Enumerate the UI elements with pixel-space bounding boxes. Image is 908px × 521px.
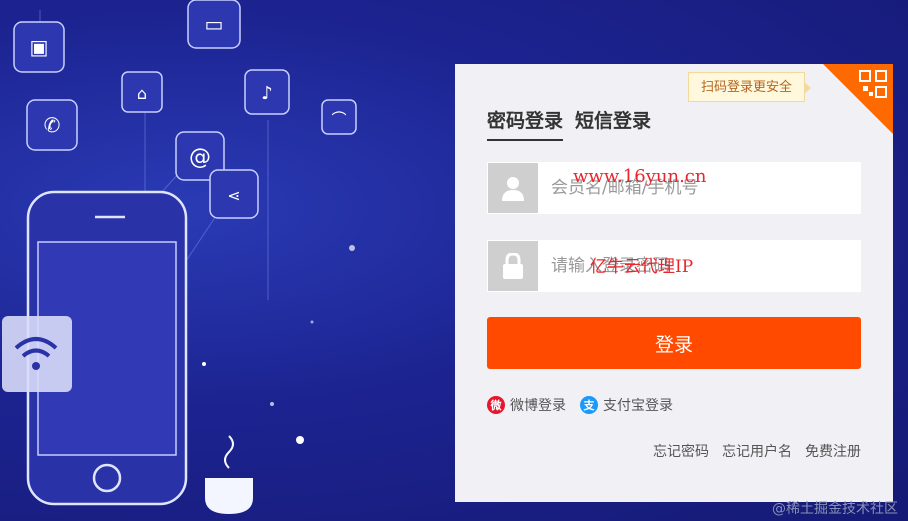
- forgot-password-link[interactable]: 忘记密码: [653, 441, 709, 461]
- weibo-login-link[interactable]: 微 微博登录: [487, 395, 566, 415]
- svg-text:▭: ▭: [205, 12, 224, 36]
- login-panel: 扫码登录更安全 密码登录 短信登录 www.16yun.cn 亿牛云代理IP 登…: [455, 64, 893, 502]
- svg-text:♪: ♪: [261, 83, 273, 104]
- password-input[interactable]: [538, 240, 861, 292]
- svg-text:⌂: ⌂: [137, 84, 147, 103]
- login-button[interactable]: 登录: [487, 317, 861, 369]
- svg-text:▣: ▣: [30, 35, 49, 59]
- wifi-icon: [2, 316, 72, 392]
- social-login: 微 微博登录 支 支付宝登录: [487, 395, 673, 415]
- username-field: [487, 162, 861, 214]
- background-illustration: ▣ ✆ ▭ ⌂ ♪ ⌒ @ ⋖: [2, 0, 357, 514]
- username-input[interactable]: [538, 162, 861, 214]
- qr-code-icon[interactable]: [823, 64, 893, 134]
- tab-password-login[interactable]: 密码登录: [487, 106, 564, 141]
- alipay-icon: 支: [580, 396, 598, 414]
- weibo-icon: 微: [487, 396, 505, 414]
- svg-text:⌒: ⌒: [331, 110, 346, 128]
- tab-sms-login[interactable]: 短信登录: [575, 106, 651, 141]
- weibo-login-label: 微博登录: [510, 398, 566, 414]
- svg-text:⋖: ⋖: [227, 186, 240, 205]
- source-credit: @稀土掘金技术社区: [772, 501, 898, 517]
- password-field: [487, 240, 861, 292]
- register-link[interactable]: 免费注册: [805, 441, 861, 461]
- coffee-cup-icon: [205, 435, 253, 514]
- svg-text:✆: ✆: [44, 113, 61, 137]
- alipay-login-link[interactable]: 支 支付宝登录: [580, 395, 673, 415]
- svg-text:@: @: [189, 145, 211, 170]
- login-tabs: 密码登录 短信登录: [487, 106, 651, 141]
- forgot-username-link[interactable]: 忘记用户名: [722, 441, 792, 461]
- account-links: 忘记密码 忘记用户名 免费注册: [653, 441, 861, 461]
- lock-icon: [488, 241, 538, 291]
- user-icon: [488, 163, 538, 213]
- qr-login-tip: 扫码登录更安全: [688, 72, 812, 102]
- alipay-login-label: 支付宝登录: [603, 398, 673, 414]
